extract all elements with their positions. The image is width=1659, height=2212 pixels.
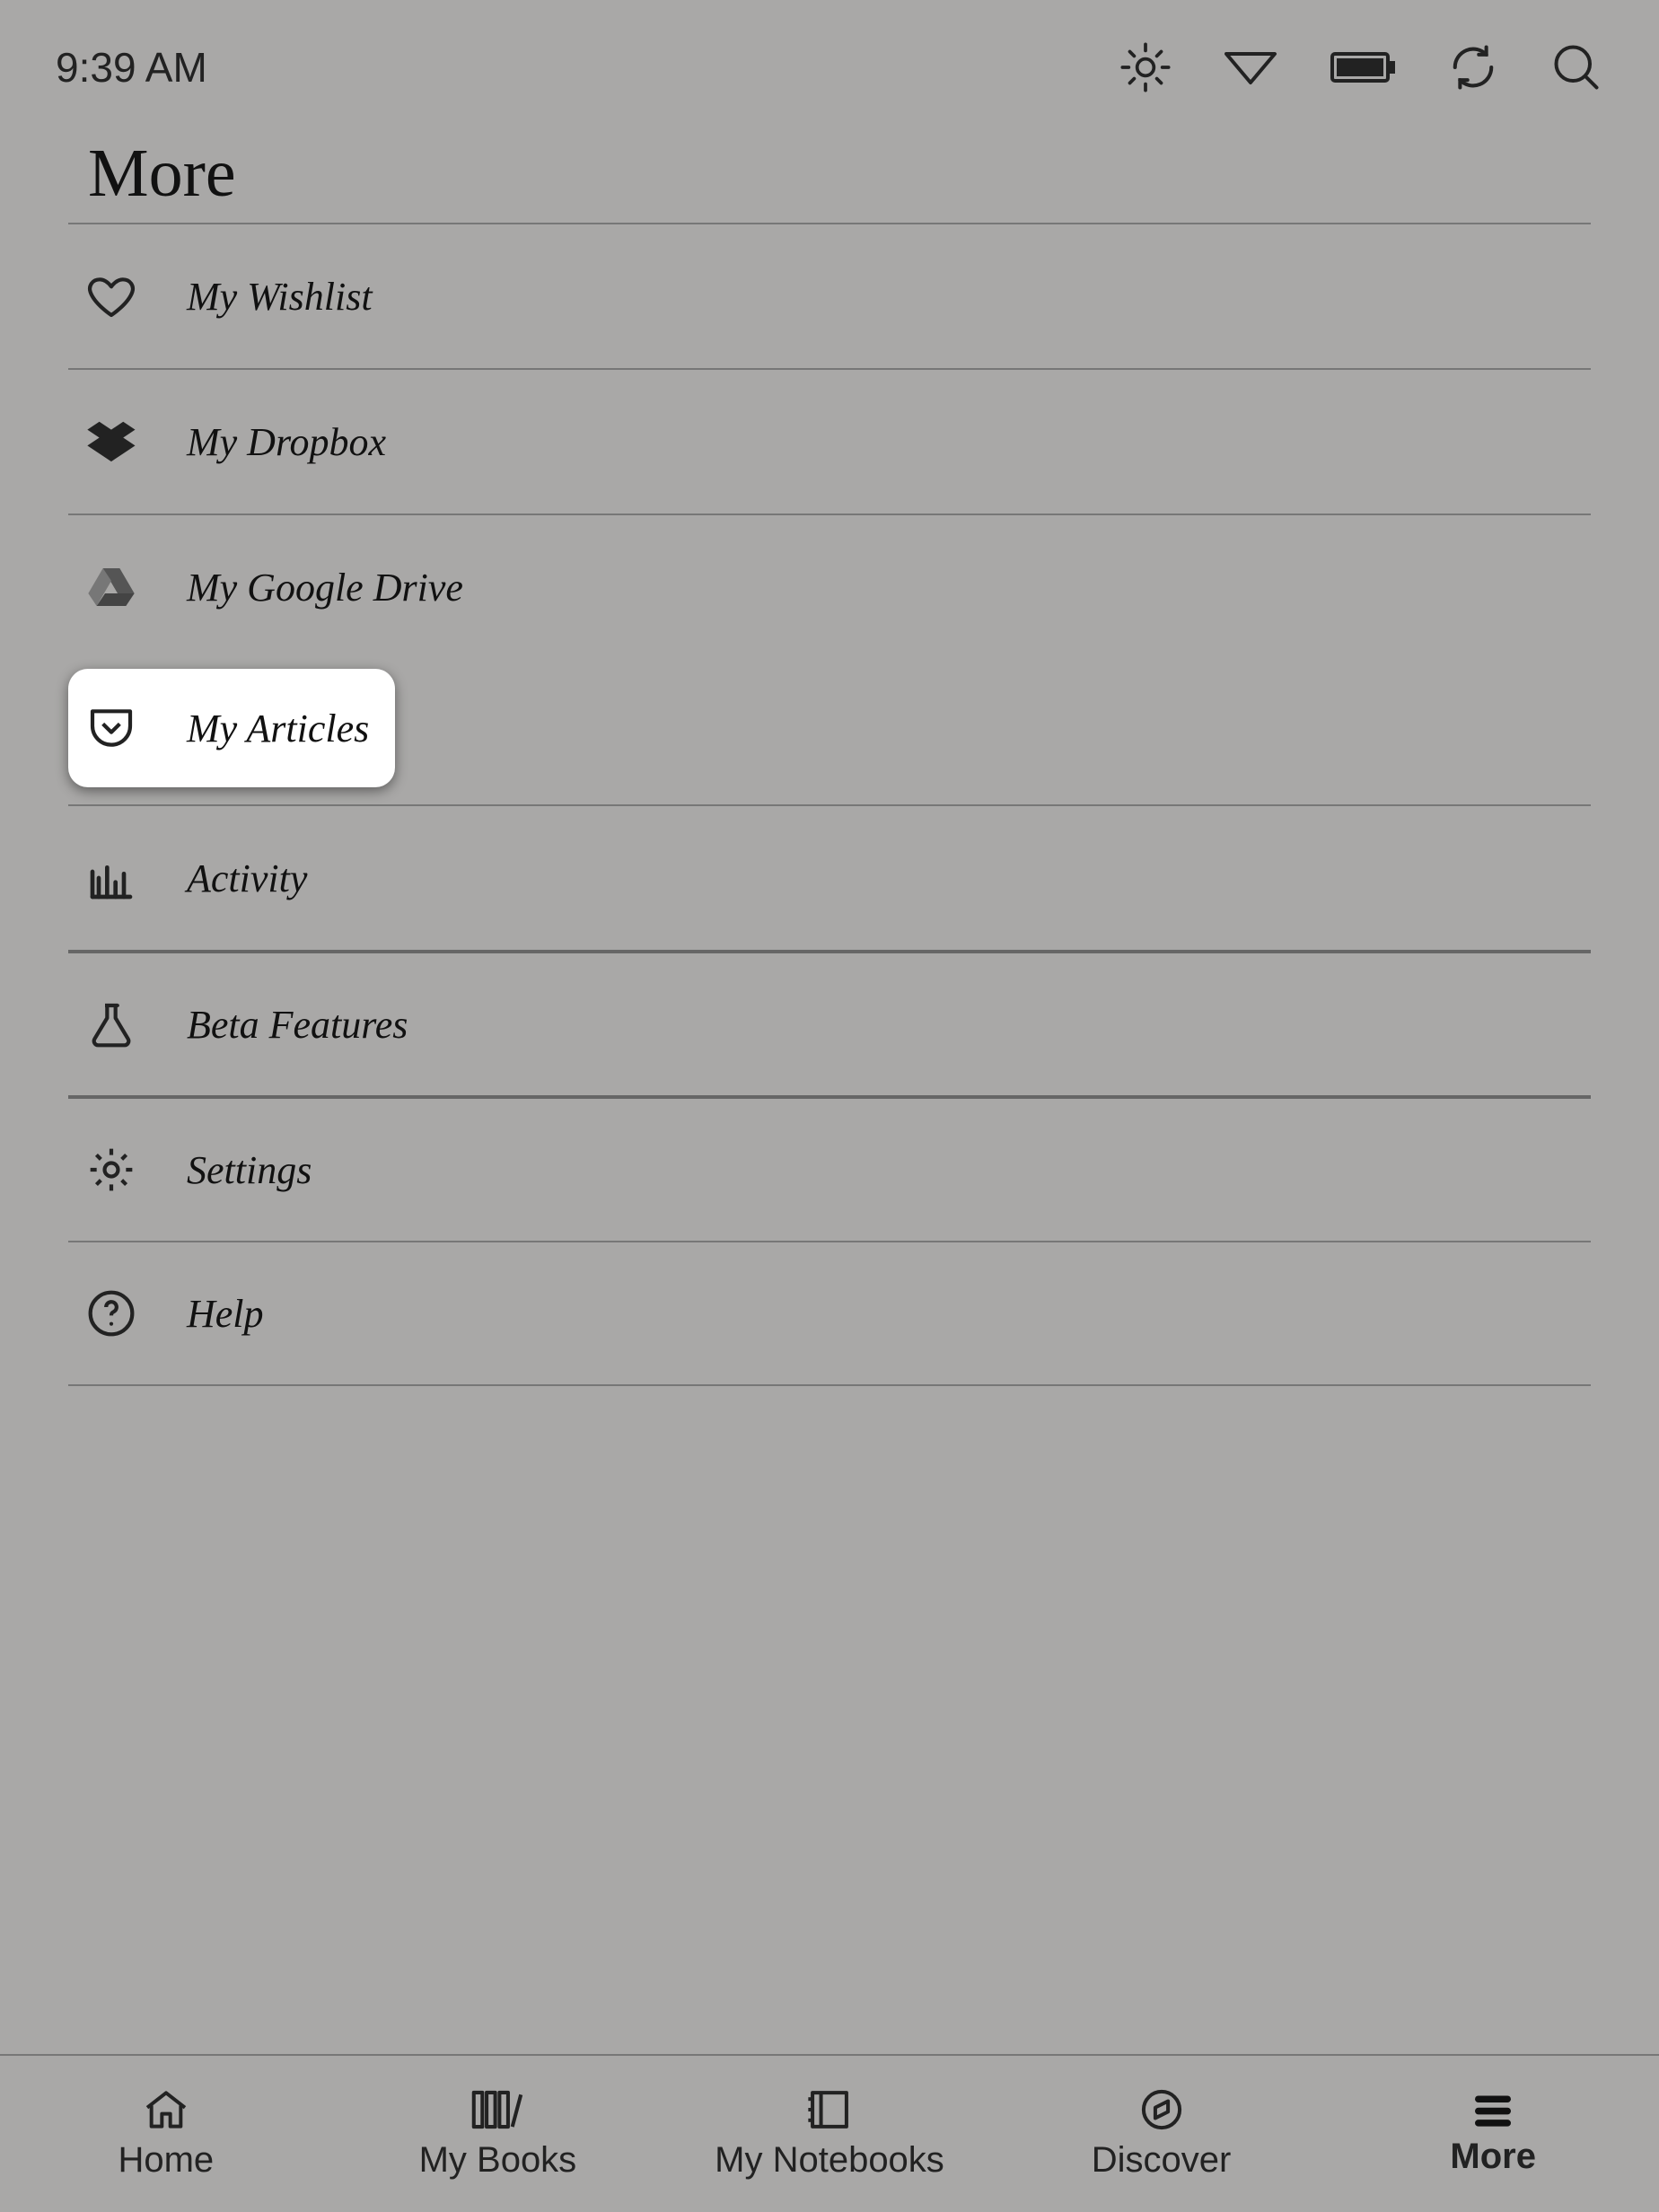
more-menu-list: My Wishlist My Dropbox My Google Drive . <box>68 223 1591 1386</box>
nav-my-books[interactable]: My Books <box>332 2056 664 2212</box>
nav-label: Home <box>118 2140 214 2181</box>
menu-item-help[interactable]: Help <box>68 1241 1591 1386</box>
google-drive-icon <box>83 558 140 616</box>
menu-item-wishlist[interactable]: My Wishlist <box>68 223 1591 368</box>
menu-item-label: My Articles <box>187 706 369 751</box>
menu-item-label: Settings <box>187 1147 312 1193</box>
wifi-icon[interactable] <box>1223 48 1278 86</box>
nav-my-notebooks[interactable]: My Notebooks <box>663 2056 996 2212</box>
bottom-nav: Home My Books My Notebooks Discover <box>0 2054 1659 2212</box>
nav-more[interactable]: More <box>1327 2056 1659 2212</box>
pocket-icon <box>83 699 140 757</box>
menu-item-label: My Dropbox <box>187 419 386 465</box>
nav-home[interactable]: Home <box>0 2056 332 2212</box>
nav-discover[interactable]: Discover <box>996 2056 1328 2212</box>
menu-item-activity[interactable]: Activity <box>68 804 1591 950</box>
brightness-icon[interactable] <box>1120 42 1171 92</box>
nav-label: More <box>1450 2137 1536 2177</box>
clock: 9:39 AM <box>56 43 207 92</box>
status-bar: 9:39 AM <box>0 0 1659 135</box>
menu-item-settings[interactable]: Settings <box>68 1095 1591 1241</box>
menu-item-label: My Google Drive <box>187 565 463 610</box>
menu-item-articles[interactable]: My Articles <box>68 669 395 787</box>
menu-item-dropbox[interactable]: My Dropbox <box>68 368 1591 514</box>
menu-item-label: My Wishlist <box>187 274 373 320</box>
beta-icon <box>83 996 140 1053</box>
page-title: More <box>88 135 236 213</box>
menu-item-label: Help <box>187 1291 264 1337</box>
help-icon <box>83 1285 140 1342</box>
menu-item-label: Beta Features <box>187 1002 408 1048</box>
sync-icon[interactable] <box>1449 43 1497 92</box>
nav-label: Discover <box>1092 2140 1232 2181</box>
activity-icon <box>83 849 140 907</box>
nav-label: My Books <box>419 2140 577 2181</box>
dropbox-icon <box>83 413 140 470</box>
settings-icon <box>83 1141 140 1198</box>
menu-item-google-drive[interactable]: My Google Drive <box>68 514 1591 659</box>
search-icon[interactable] <box>1549 40 1603 94</box>
menu-item-label: Activity <box>187 856 307 901</box>
heart-icon <box>83 268 140 325</box>
nav-label: My Notebooks <box>715 2140 944 2181</box>
battery-icon <box>1330 50 1397 84</box>
menu-item-beta[interactable]: Beta Features <box>68 950 1591 1095</box>
